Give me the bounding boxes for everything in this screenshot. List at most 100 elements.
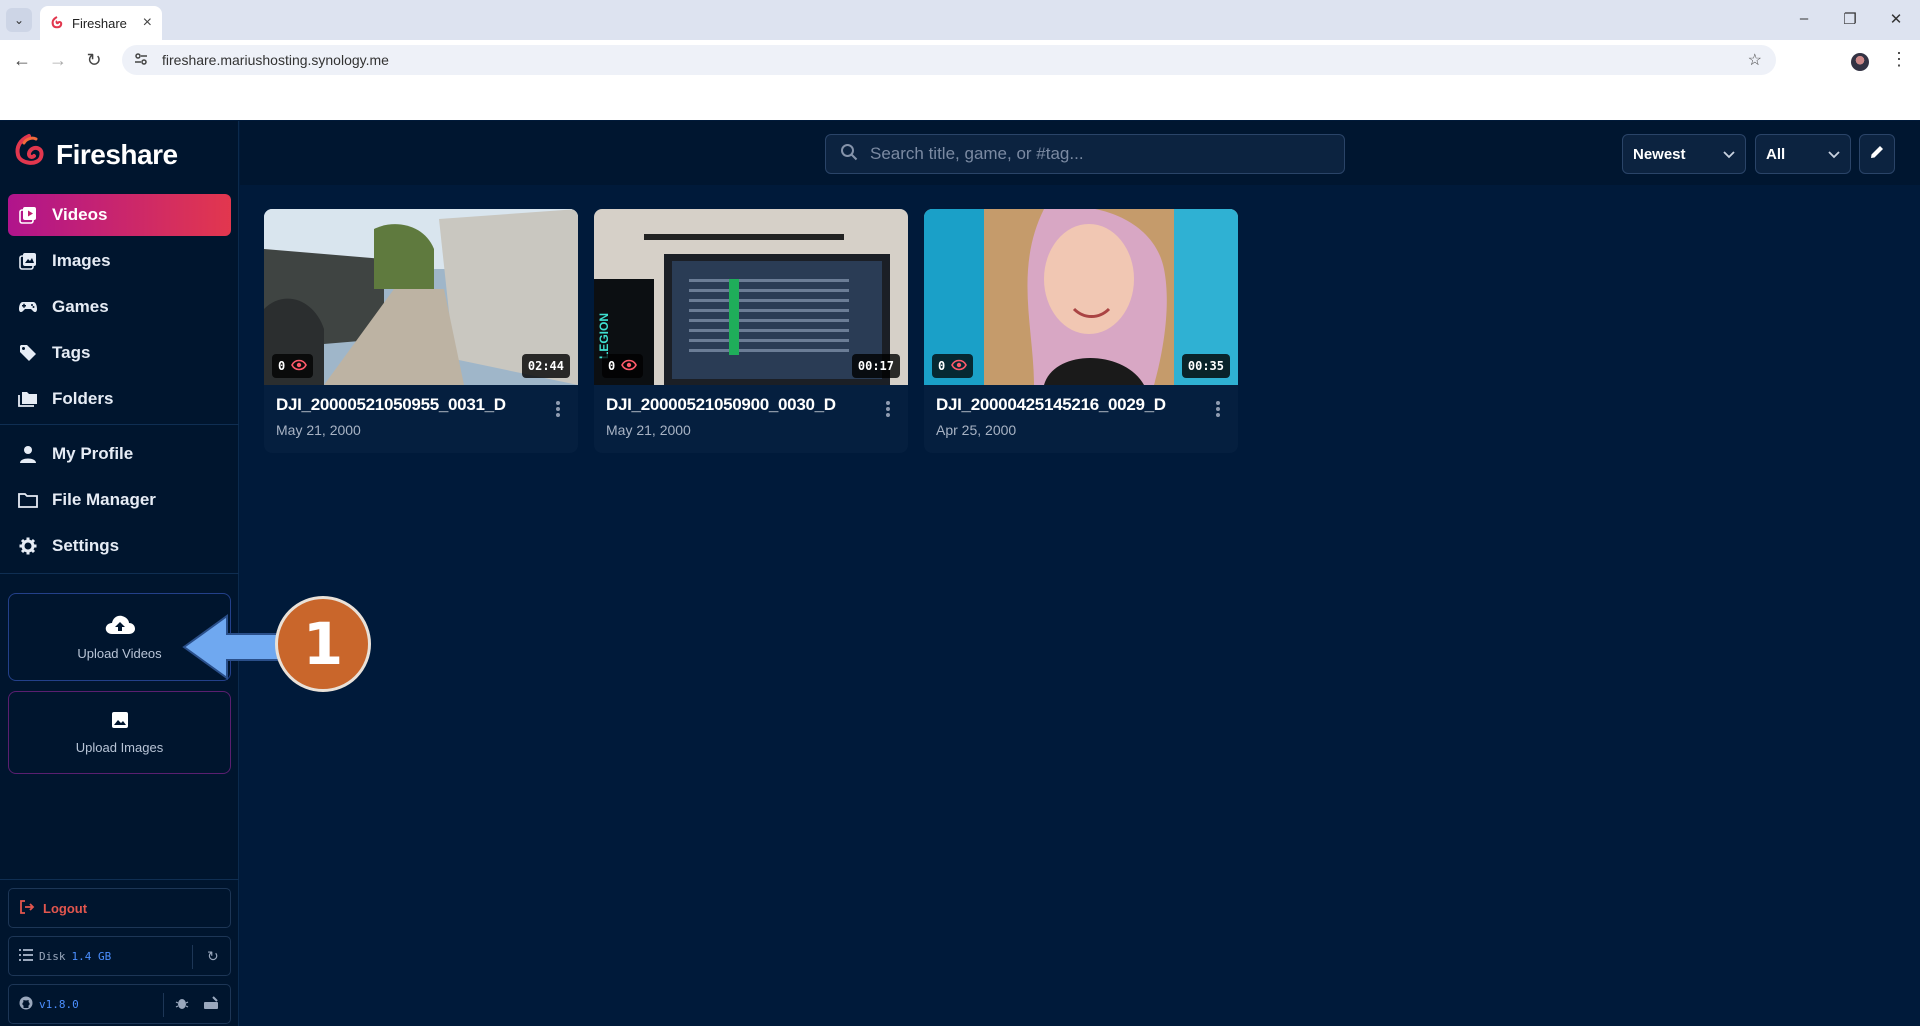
view-count-badge: 0 [932,354,974,378]
disk-value: 1.4 GB [71,949,112,963]
browser-address-bar: ← → ↻ fireshare.mariushosting.synology.m… [0,40,1920,80]
sidebar-item-label: Tags [52,343,91,362]
restore-icon[interactable]: ❐ [1840,10,1860,28]
filter-select-value: All [1766,145,1786,163]
close-window-icon[interactable]: ✕ [1886,10,1906,28]
video-card[interactable]: 0 00:35 DJI_20000425145216_0029_D Apr 25… [924,209,1238,453]
video-title[interactable]: DJI_20000521050955_0031_D [276,395,506,415]
duration-badge: 00:17 [851,354,900,378]
sidebar-divider [0,573,239,574]
refresh-icon[interactable]: ↻ [207,948,219,965]
sidebar-item-videos[interactable]: Videos [8,194,231,236]
sidebar-divider [0,879,239,880]
upload-videos-label: Upload Videos [77,646,162,661]
minimize-icon[interactable]: – [1794,10,1814,27]
browser-menu-icon[interactable]: ⋮ [1890,49,1908,70]
browser-tab[interactable]: Fireshare × [40,6,162,40]
url-text: fireshare.mariushosting.synology.me [162,52,389,68]
separator [163,993,164,1017]
gamepad-icon [18,297,38,317]
toolbox-icon[interactable] [203,996,219,1013]
eye-icon [621,359,638,374]
chevron-down-icon [1828,147,1840,164]
brand-name: Fireshare [56,138,178,170]
forward-arrow-icon[interactable]: → [48,50,68,70]
close-tab-icon[interactable]: × [143,14,152,32]
upload-images-label: Upload Images [75,739,164,755]
profile-avatar[interactable] [1851,53,1869,71]
sidebar-item-games[interactable]: Games [8,286,231,328]
annotation-arrow-icon [182,614,281,680]
bookmark-star-icon[interactable]: ☆ [1748,50,1762,70]
chevron-down-icon [1723,147,1735,164]
browser-tab-title: Fireshare [72,15,127,31]
video-date: May 21, 2000 [606,422,691,438]
sidebar: Fireshare Videos Images Games Tags Folde… [0,121,239,1026]
edit-button[interactable] [1859,134,1895,174]
page-top-gap [0,80,1920,120]
sidebar-divider [0,424,239,425]
svg-text:LEGION: LEGION [597,313,611,359]
view-count: 0 [938,359,946,373]
disk-usage: Disk 1.4 GB ↻ [8,936,231,976]
video-grid: 0 02:44 DJI_20000521050955_0031_D May 21… [240,185,1920,1026]
sidebar-item-file-manager[interactable]: File Manager [8,479,231,521]
video-date: May 21, 2000 [276,422,361,438]
video-card[interactable]: 0 02:44 DJI_20000521050955_0031_D May 21… [264,209,578,453]
view-count: 0 [278,359,286,373]
version-bar: v1.8.0 [8,984,231,1024]
brand[interactable]: Fireshare [12,133,178,176]
chevron-down-icon: ⌄ [13,13,25,27]
separator [192,945,193,969]
video-card[interactable]: LEGION 0 00:17 DJI_20000521050900_0030_D… [594,209,908,453]
search-box[interactable] [825,134,1345,174]
view-count-badge: 0 [272,354,314,378]
eye-icon [291,359,308,374]
fireshare-favicon-icon [50,16,64,30]
video-title[interactable]: DJI_20000425145216_0029_D [936,395,1166,415]
site-settings-icon[interactable] [134,52,148,69]
sidebar-item-my-profile[interactable]: My Profile [8,433,231,475]
sidebar-item-tags[interactable]: Tags [8,332,231,374]
person-icon [18,444,38,464]
image-library-icon [18,251,38,271]
sidebar-item-folders[interactable]: Folders [8,378,231,420]
sidebar-item-label: Folders [52,389,114,408]
image-icon [111,711,129,732]
disk-label: Disk [39,949,66,963]
back-arrow-icon[interactable]: ← [12,50,32,70]
search-input[interactable] [870,144,1310,164]
browser-tab-bar: ⌄ Fireshare × – ❐ ✕ [0,0,1920,40]
logout-label: Logout [43,900,88,916]
video-menu-button[interactable] [554,399,562,419]
view-count-badge: 0 [602,354,644,378]
reload-icon[interactable]: ↻ [84,50,104,70]
sidebar-item-label: Videos [52,205,108,224]
gear-icon [18,536,38,556]
tag-icon [18,343,38,363]
filter-select[interactable]: All [1755,134,1851,174]
video-library-icon [18,205,38,225]
sort-select[interactable]: Newest [1622,134,1746,174]
upload-images-button[interactable]: Upload Images [8,691,231,774]
logout-button[interactable]: Logout [8,888,231,928]
sidebar-item-settings[interactable]: Settings [8,525,231,567]
search-icon [840,143,858,166]
video-menu-button[interactable] [1214,399,1222,419]
sidebar-item-images[interactable]: Images [8,240,231,282]
tab-search-button[interactable]: ⌄ [6,8,32,32]
bug-icon[interactable] [175,996,189,1013]
sort-select-value: Newest [1633,145,1686,163]
version-label: v1.8.0 [39,997,79,1011]
view-count: 0 [608,359,616,373]
video-title[interactable]: DJI_20000521050900_0030_D [606,395,836,415]
logout-icon [19,899,35,918]
eye-icon [951,359,968,374]
video-date: Apr 25, 2000 [936,422,1017,438]
duration-badge: 02:44 [521,354,570,378]
sidebar-item-label: Images [52,251,111,270]
video-menu-button[interactable] [884,399,892,419]
top-toolbar: Newest All [240,121,1920,185]
github-icon[interactable] [19,996,33,1013]
url-field[interactable]: fireshare.mariushosting.synology.me ☆ [122,45,1776,75]
